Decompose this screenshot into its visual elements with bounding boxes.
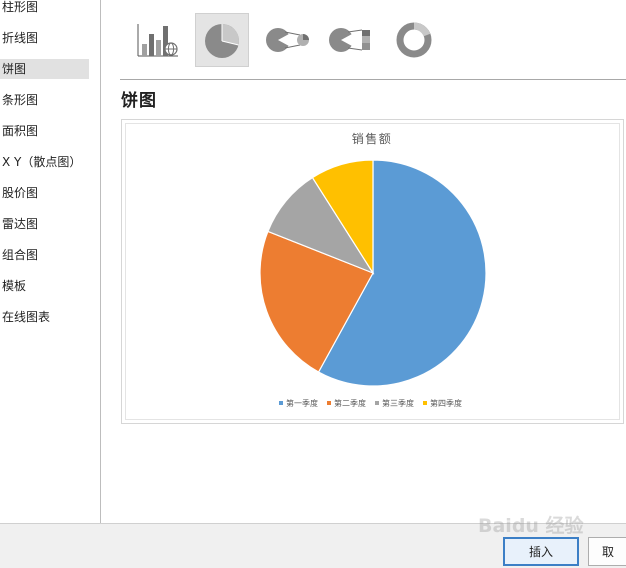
subtype-bar-globe[interactable] xyxy=(131,13,185,67)
insert-button[interactable]: 插入 xyxy=(503,537,579,566)
sidebar-item-line[interactable]: 折线图 xyxy=(0,28,89,48)
pie-slices xyxy=(259,159,487,387)
chart-title: 销售额 xyxy=(352,131,393,146)
doughnut-icon xyxy=(396,22,432,58)
chart-type-list: 柱形图 折线图 饼图 条形图 面积图 X Y（散点图） 股价图 雷达图 组合图 … xyxy=(0,0,101,523)
chart-legend: 第一季度 第二季度 第三季度 第四季度 xyxy=(279,398,462,408)
subtype-bar-of-pie[interactable] xyxy=(323,13,377,67)
sidebar-item-stock[interactable]: 股价图 xyxy=(0,183,89,203)
pie-icon xyxy=(205,24,239,58)
watermark: Baidu 经验 xyxy=(478,515,584,537)
legend-label-1: 第一季度 xyxy=(286,398,318,408)
sidebar-item-pie[interactable]: 饼图 xyxy=(0,59,89,79)
sidebar-item-templates[interactable]: 模板 xyxy=(0,276,89,296)
sidebar-item-radar[interactable]: 雷达图 xyxy=(0,214,89,234)
subtype-doughnut[interactable] xyxy=(387,13,441,67)
legend-label-2: 第二季度 xyxy=(334,398,366,408)
bar-globe-icon xyxy=(137,24,178,57)
chart-preview: 销售额 第一季度 第二季度 第三季度 第四季度 xyxy=(121,119,624,424)
legend-swatch-3 xyxy=(375,401,379,405)
legend-swatch-4 xyxy=(423,401,427,405)
sidebar-item-online-charts[interactable]: 在线图表 xyxy=(0,307,89,327)
sidebar-item-scatter[interactable]: X Y（散点图） xyxy=(0,152,89,172)
cancel-button[interactable]: 取 xyxy=(588,537,626,566)
legend-swatch-1 xyxy=(279,401,283,405)
legend-label-4: 第四季度 xyxy=(430,398,462,408)
section-title: 饼图 xyxy=(121,91,157,111)
pie-of-pie-icon xyxy=(266,28,309,52)
sidebar-item-combo[interactable]: 组合图 xyxy=(0,245,89,265)
sidebar-item-bar[interactable]: 条形图 xyxy=(0,90,89,110)
bar-of-pie-icon xyxy=(329,28,370,52)
legend-swatch-2 xyxy=(327,401,331,405)
sidebar-item-column[interactable]: 柱形图 xyxy=(0,0,89,17)
divider xyxy=(120,79,626,80)
subtype-pie-of-pie[interactable] xyxy=(259,13,313,67)
subtype-pie[interactable] xyxy=(195,13,249,67)
sidebar-item-area[interactable]: 面积图 xyxy=(0,121,89,141)
legend-label-3: 第三季度 xyxy=(382,398,414,408)
pie-chart: 销售额 第一季度 第二季度 第三季度 第四季度 xyxy=(259,131,487,408)
